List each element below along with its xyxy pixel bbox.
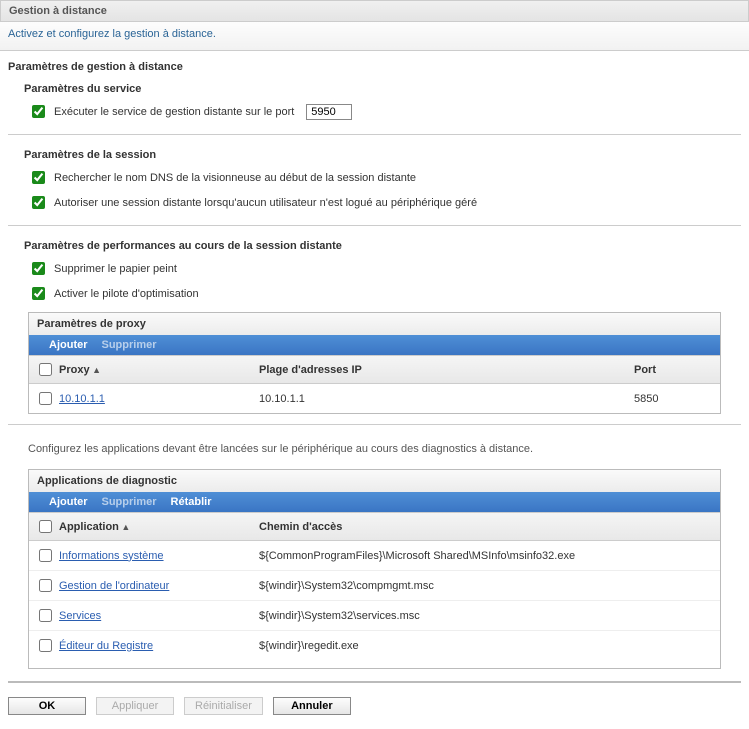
diag-desc: Configurez les applications devant être …	[0, 435, 749, 463]
proxy-select-all-checkbox[interactable]	[39, 363, 52, 376]
diag-row: Gestion de l'ordinateur ${windir}\System…	[29, 571, 720, 601]
proxy-delete-action[interactable]: Supprimer	[102, 339, 157, 351]
allow-nouser-checkbox[interactable]	[32, 196, 45, 209]
port-input[interactable]	[306, 104, 352, 120]
diag-table: Applications de diagnostic Ajouter Suppr…	[28, 469, 721, 669]
diag-col-path[interactable]: Chemin d'accès	[259, 521, 714, 533]
diag-row-checkbox[interactable]	[39, 639, 52, 652]
diag-table-title: Applications de diagnostic	[29, 470, 720, 492]
diag-delete-action[interactable]: Supprimer	[102, 496, 157, 508]
dialog-button-bar: OK Appliquer Réinitialiser Annuler	[0, 683, 749, 729]
diag-row-path: ${windir}\System32\compmgmt.msc	[259, 580, 714, 592]
proxy-table-title: Paramètres de proxy	[29, 313, 720, 335]
diag-row-path: ${windir}\System32\services.msc	[259, 610, 714, 622]
diag-row: Informations système ${CommonProgramFile…	[29, 541, 720, 571]
allow-nouser-label: Autoriser une session distante lorsqu'au…	[54, 197, 477, 209]
proxy-col-iprange[interactable]: Plage d'adresses IP	[259, 364, 634, 376]
proxy-row-checkbox[interactable]	[39, 392, 52, 405]
page-subtitle: Activez et configurez la gestion à dista…	[0, 22, 749, 51]
proxy-table: Paramètres de proxy Ajouter Supprimer Pr…	[28, 312, 721, 414]
diag-row-app-link[interactable]: Services	[59, 610, 101, 622]
apply-button: Appliquer	[96, 697, 174, 715]
diag-row: Services ${windir}\System32\services.msc	[29, 601, 720, 631]
run-service-checkbox[interactable]	[32, 105, 45, 118]
diag-row-app-link[interactable]: Informations système	[59, 550, 164, 562]
diag-row-path: ${CommonProgramFiles}\Microsoft Shared\M…	[259, 550, 714, 562]
session-heading: Paramètres de la session	[0, 145, 749, 165]
proxy-row-link[interactable]: 10.10.1.1	[59, 393, 105, 405]
service-heading: Paramètres du service	[0, 79, 749, 99]
diag-row-app-link[interactable]: Éditeur du Registre	[59, 640, 153, 652]
proxy-add-action[interactable]: Ajouter	[49, 339, 88, 351]
diag-row: Éditeur du Registre ${windir}\regedit.ex…	[29, 631, 720, 660]
diag-action-bar: Ajouter Supprimer Rétablir	[29, 492, 720, 512]
proxy-action-bar: Ajouter Supprimer	[29, 335, 720, 355]
enable-driver-checkbox[interactable]	[32, 287, 45, 300]
diag-row-app-link[interactable]: Gestion de l'ordinateur	[59, 580, 169, 592]
diag-col-app[interactable]: Application	[59, 521, 259, 533]
ok-button[interactable]: OK	[8, 697, 86, 715]
diag-select-all-checkbox[interactable]	[39, 520, 52, 533]
perf-heading: Paramètres de performances au cours de l…	[0, 236, 749, 256]
proxy-row: 10.10.1.1 10.10.1.1 5850	[29, 384, 720, 413]
reset-button: Réinitialiser	[184, 697, 263, 715]
proxy-table-header: Proxy Plage d'adresses IP Port	[29, 355, 720, 384]
cancel-button[interactable]: Annuler	[273, 697, 351, 715]
proxy-col-proxy[interactable]: Proxy	[59, 364, 259, 376]
proxy-row-iprange: 10.10.1.1	[259, 393, 634, 405]
diag-row-path: ${windir}\regedit.exe	[259, 640, 714, 652]
diag-row-checkbox[interactable]	[39, 609, 52, 622]
proxy-col-port[interactable]: Port	[634, 364, 714, 376]
enable-driver-label: Activer le pilote d'optimisation	[54, 288, 199, 300]
diag-add-action[interactable]: Ajouter	[49, 496, 88, 508]
section-main-title: Paramètres de gestion à distance	[0, 51, 749, 79]
run-service-label: Exécuter le service de gestion distante …	[54, 106, 294, 118]
suppress-wallpaper-label: Supprimer le papier peint	[54, 263, 177, 275]
dns-lookup-label: Rechercher le nom DNS de la visionneuse …	[54, 172, 416, 184]
diag-table-header: Application Chemin d'accès	[29, 512, 720, 541]
proxy-row-port: 5850	[634, 393, 714, 405]
page-title: Gestion à distance	[0, 0, 749, 22]
dns-lookup-checkbox[interactable]	[32, 171, 45, 184]
diag-row-checkbox[interactable]	[39, 549, 52, 562]
suppress-wallpaper-checkbox[interactable]	[32, 262, 45, 275]
diag-restore-action[interactable]: Rétablir	[171, 496, 212, 508]
diag-row-checkbox[interactable]	[39, 579, 52, 592]
